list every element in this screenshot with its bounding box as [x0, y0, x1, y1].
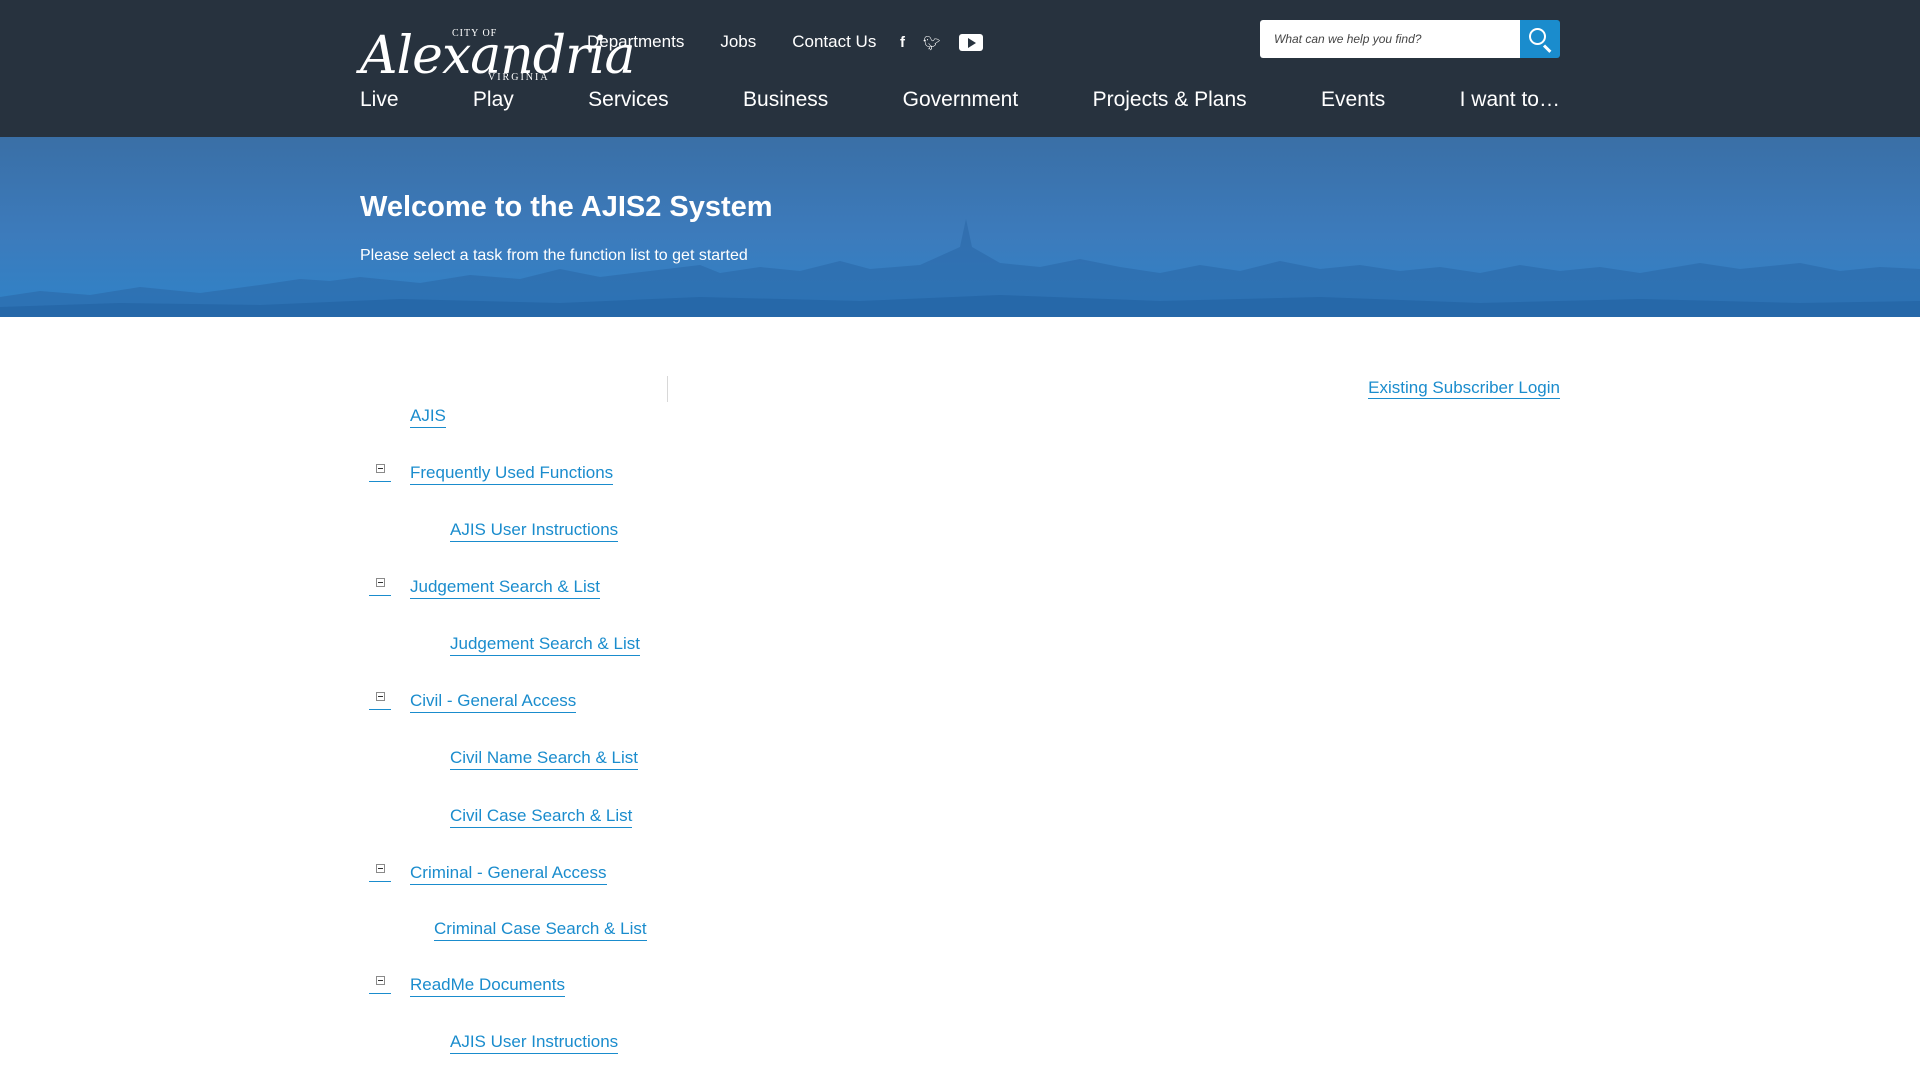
collapse-toggle[interactable] [369, 576, 391, 596]
tree-divider [667, 376, 668, 402]
nav-government[interactable]: Government [903, 88, 1019, 112]
city-skyline-image [0, 219, 1920, 317]
tree-item-civil-name-search[interactable]: Civil Name Search & List [450, 748, 639, 770]
twitter-icon[interactable]: 🐦︎ [923, 36, 941, 50]
nav-play[interactable]: Play [473, 88, 514, 112]
page-subtitle: Please select a task from the function l… [360, 247, 748, 264]
minus-icon [376, 976, 385, 985]
main-nav: Live Play Services Business Government P… [360, 88, 1560, 112]
search-icon [1529, 28, 1546, 45]
tree-item-civil-case-search[interactable]: Civil Case Search & List [450, 806, 633, 828]
nav-events[interactable]: Events [1321, 88, 1385, 112]
tree-group-frequently-used[interactable]: Frequently Used Functions [410, 463, 614, 485]
nav-contact-us[interactable]: Contact Us [792, 32, 876, 52]
logo-state-text: VIRGINIA [488, 72, 550, 83]
collapse-toggle[interactable] [369, 862, 391, 882]
page-title: Welcome to the AJIS2 System [360, 191, 773, 223]
minus-icon [376, 692, 385, 701]
nav-live[interactable]: Live [360, 88, 399, 112]
nav-i-want-to[interactable]: I want to… [1460, 88, 1560, 112]
site-header: CITY OF Alexandria VIRGINIA Departments … [0, 0, 1920, 137]
nav-business[interactable]: Business [743, 88, 828, 112]
tree-item-readme-ajis-user-instructions[interactable]: AJIS User Instructions [450, 1032, 619, 1054]
tree-item-judgement-search[interactable]: Judgement Search & List [450, 634, 640, 656]
tree-group-judgement[interactable]: Judgement Search & List [410, 577, 600, 599]
collapse-toggle[interactable] [369, 462, 391, 482]
tree-group-criminal[interactable]: Criminal - General Access [410, 863, 607, 885]
minus-icon [376, 578, 385, 587]
minus-icon [376, 864, 385, 873]
nav-departments[interactable]: Departments [587, 32, 684, 52]
tree-group-readme[interactable]: ReadMe Documents [410, 975, 565, 997]
site-search [1260, 20, 1560, 58]
search-button[interactable] [1520, 20, 1560, 58]
tree-root-ajis[interactable]: AJIS [410, 406, 446, 428]
nav-projects-plans[interactable]: Projects & Plans [1093, 88, 1247, 112]
tree-group-civil[interactable]: Civil - General Access [410, 691, 577, 713]
facebook-icon[interactable]: f [900, 35, 905, 50]
youtube-icon[interactable] [958, 34, 983, 51]
tree-item-ajis-user-instructions[interactable]: AJIS User Instructions [450, 520, 619, 542]
hero-banner: Welcome to the AJIS2 System Please selec… [0, 137, 1920, 317]
search-input[interactable] [1260, 20, 1520, 58]
minus-icon [376, 464, 385, 473]
tree-item-criminal-case-search[interactable]: Criminal Case Search & List [434, 919, 647, 941]
collapse-toggle[interactable] [369, 974, 391, 994]
nav-services[interactable]: Services [588, 88, 669, 112]
utility-nav: Departments Jobs Contact Us [587, 32, 912, 52]
nav-jobs[interactable]: Jobs [720, 32, 756, 52]
collapse-toggle[interactable] [369, 690, 391, 710]
city-logo[interactable]: CITY OF Alexandria VIRGINIA [360, 12, 636, 86]
social-links: f 🐦︎ [900, 34, 983, 51]
subscriber-login-link[interactable]: Existing Subscriber Login [1368, 378, 1560, 399]
